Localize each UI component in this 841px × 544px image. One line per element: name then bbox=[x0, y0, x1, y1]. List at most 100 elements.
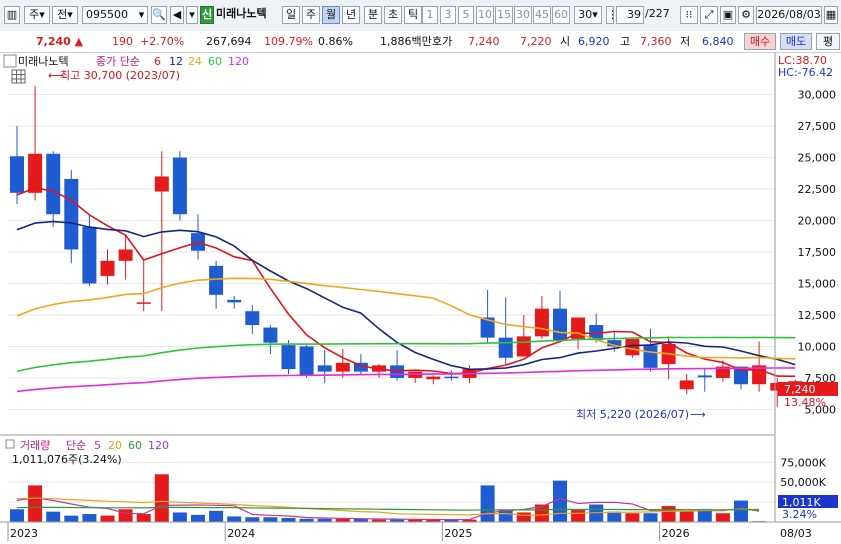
max-price-label: 최고 30,700 (2023/07) bbox=[60, 69, 180, 82]
price-tick-label: 10,000 bbox=[798, 340, 837, 353]
interval-select[interactable]: 30▾ bbox=[574, 6, 602, 24]
x-corner-label: 08/03 bbox=[780, 527, 812, 540]
volume-ratio: 109.79% bbox=[264, 35, 313, 48]
eval-button[interactable]: 평 bbox=[816, 33, 840, 50]
date-value: 2026/08/03 bbox=[757, 8, 821, 21]
tab-period-6[interactable]: 틱 bbox=[404, 6, 422, 24]
search-icon[interactable]: 🔍 bbox=[151, 6, 167, 24]
period-main-select[interactable]: 전▾ bbox=[52, 6, 78, 24]
chart-area[interactable]: 5,000 7,500 10,000 12,500 15,000 17,500 20,000… bbox=[0, 52, 841, 541]
volume-bar bbox=[516, 512, 531, 522]
interval-button-45[interactable]: 45 bbox=[533, 6, 551, 24]
current-price-value: 7,240 bbox=[36, 35, 71, 48]
volume-bar bbox=[263, 517, 278, 522]
candles bbox=[10, 85, 803, 407]
volume-legend-ma20: 20 bbox=[108, 439, 122, 452]
candle-body bbox=[516, 336, 531, 357]
volume-legend-ma-label: 단순 bbox=[66, 439, 86, 452]
price-tick-label: 27,500 bbox=[798, 120, 837, 133]
tab-period-1[interactable]: 주 bbox=[302, 6, 320, 24]
volume-bar bbox=[734, 500, 748, 522]
volume-last-value: 1,011,076주(3.24%) bbox=[12, 453, 122, 466]
legend-toggle-icon[interactable] bbox=[3, 54, 17, 68]
legend-ma6: 6 bbox=[154, 55, 161, 68]
low-price: 6,840 bbox=[702, 35, 734, 48]
candle-body bbox=[444, 376, 459, 379]
tab-period-0[interactable]: 일 bbox=[282, 6, 300, 24]
year-label: 2024 bbox=[227, 527, 255, 540]
volume-bar bbox=[227, 516, 242, 522]
gear-icon[interactable]: ⚙ bbox=[738, 6, 754, 24]
interval-spin[interactable]: ⋮ bbox=[606, 6, 618, 24]
interval-button-30[interactable]: 30 bbox=[514, 6, 532, 24]
volume-bar bbox=[281, 518, 296, 522]
candle-body bbox=[498, 337, 513, 358]
legend-ma60: 60 bbox=[208, 55, 222, 68]
calendar-icon[interactable]: ▦ bbox=[824, 6, 838, 24]
high-label: 고 bbox=[620, 35, 631, 48]
interval-button-15[interactable]: 15 bbox=[495, 6, 513, 24]
volume-bar bbox=[643, 513, 658, 522]
candle-body bbox=[553, 308, 567, 341]
grid-icon[interactable]: ⁝⁝ bbox=[680, 6, 698, 24]
candle-body bbox=[281, 345, 296, 370]
high-price: 7,360 bbox=[640, 35, 672, 48]
volume-bar bbox=[64, 515, 79, 522]
stock-chart[interactable]: 5,0007,50010,00012,50015,00017,50020,000… bbox=[0, 52, 841, 541]
volume-bar bbox=[625, 513, 640, 522]
sell-button[interactable]: 매도 bbox=[780, 33, 812, 50]
code-dropdown-icon[interactable]: ▾ bbox=[136, 6, 148, 24]
sound-dropdown-icon[interactable]: ▾ bbox=[186, 6, 198, 24]
volume-grid bbox=[8, 461, 775, 503]
volume-legend-toggle-icon[interactable] bbox=[5, 439, 15, 449]
volume-bar bbox=[480, 485, 495, 522]
volume-last-pct: 3.24% bbox=[782, 508, 817, 521]
sound-icon[interactable]: ◀ bbox=[170, 6, 184, 24]
candle-body bbox=[154, 176, 169, 192]
volume-bar bbox=[209, 510, 224, 522]
volume-bar bbox=[245, 517, 260, 522]
legend-ma12: 12 bbox=[169, 55, 183, 68]
table-icon[interactable] bbox=[11, 69, 26, 84]
tab-period-2[interactable]: 월 bbox=[322, 6, 340, 24]
date-input[interactable]: 2026/08/03 bbox=[756, 6, 822, 24]
market-select[interactable]: 주▾ bbox=[24, 6, 50, 24]
last-price-pct: 13.48% bbox=[784, 396, 826, 409]
interval-button-10[interactable]: 10 bbox=[476, 6, 494, 24]
volume-bar bbox=[154, 474, 169, 522]
tab-period-5[interactable]: 초 bbox=[384, 6, 402, 24]
interval-button-5[interactable]: 5 bbox=[458, 6, 474, 24]
interval-button-3[interactable]: 3 bbox=[440, 6, 456, 24]
price-tick-label: 20,000 bbox=[798, 215, 837, 228]
price-tick-label: 30,000 bbox=[798, 89, 837, 102]
candle-body bbox=[82, 226, 97, 284]
interval-button-60[interactable]: 60 bbox=[552, 6, 570, 24]
volume-legend-ma120: 120 bbox=[148, 439, 169, 452]
market-value: 주 bbox=[29, 8, 40, 21]
trade-amount: 1,886백만 bbox=[380, 35, 432, 48]
volume-bar bbox=[28, 485, 43, 522]
candle-body bbox=[245, 311, 260, 326]
legend-ma24: 24 bbox=[188, 55, 202, 68]
volume-bar bbox=[191, 514, 205, 522]
chart-tool-icon[interactable]: ⤢ bbox=[700, 6, 718, 24]
toolbar: ▥ 주▾ 전▾ 095500 ▾ 🔍 ◀ ▾ 신 미래나노텍 일주월년분초틱 1… bbox=[0, 0, 841, 32]
price-change-pct: +2.70% bbox=[140, 35, 185, 48]
volume-legend-ma60: 60 bbox=[128, 439, 142, 452]
buy-button[interactable]: 매수 bbox=[744, 33, 776, 50]
save-icon[interactable]: ▣ bbox=[720, 6, 736, 24]
tab-period-4[interactable]: 분 bbox=[364, 6, 382, 24]
page-counter-input[interactable]: 39 bbox=[616, 6, 644, 24]
bid-price: 7,220 bbox=[520, 35, 552, 48]
interval-button-1[interactable]: 1 bbox=[422, 6, 438, 24]
candle-body bbox=[118, 249, 133, 261]
menu-icon[interactable]: ▥ bbox=[4, 6, 20, 24]
tab-period-3[interactable]: 년 bbox=[342, 6, 360, 24]
candle-body bbox=[697, 375, 712, 378]
candle-body bbox=[426, 376, 441, 380]
quote-bar: 7,240 ▲ 190 +2.70% 267,694 109.79% 0.86%… bbox=[0, 31, 841, 53]
candle-body bbox=[100, 260, 115, 276]
volume-bar bbox=[118, 509, 133, 522]
volume-legend-ma5: 5 bbox=[94, 439, 101, 452]
price-tick-label: 22,500 bbox=[798, 183, 837, 196]
